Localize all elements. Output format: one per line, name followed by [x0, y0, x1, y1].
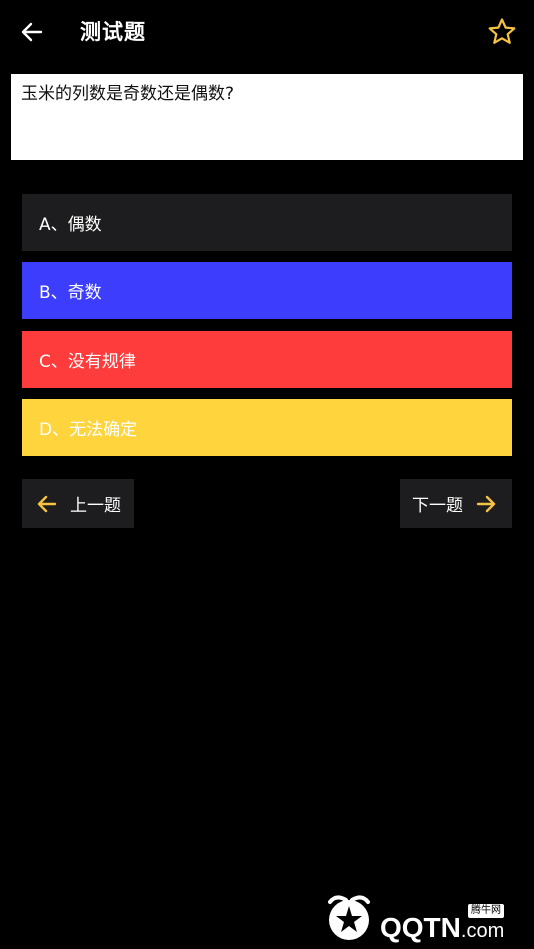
watermark-logo: 腾牛网 QQTN.com: [322, 892, 526, 944]
option-c[interactable]: C、没有规律: [22, 331, 512, 388]
option-b[interactable]: B、奇数: [22, 262, 512, 319]
quiz-screen: 测试题 玉米的列数是奇数还是偶数? A、偶数 B、奇数 C、没有规律 D、无法确…: [0, 0, 534, 949]
option-a-label: A、偶数: [39, 215, 102, 235]
favorite-button[interactable]: [484, 14, 520, 50]
option-c-label: C、没有规律: [39, 352, 136, 372]
option-d[interactable]: D、无法确定: [22, 399, 512, 456]
question-text: 玉米的列数是奇数还是偶数?: [21, 84, 235, 104]
page-title: 测试题: [80, 20, 146, 44]
star-outline-icon: [488, 18, 516, 44]
option-d-label: D、无法确定: [39, 420, 138, 440]
next-question-button[interactable]: 下一题: [400, 479, 512, 528]
watermark-brand-name: QQTN: [380, 912, 461, 943]
arrow-left-icon: [36, 493, 58, 515]
prev-question-button[interactable]: 上一题: [22, 479, 134, 528]
back-button[interactable]: [14, 14, 50, 50]
watermark-brand-suffix: .com: [460, 920, 505, 942]
qqtn-logo-icon: [328, 895, 370, 940]
question-card: 玉米的列数是奇数还是偶数?: [11, 74, 523, 160]
arrow-left-icon: [21, 22, 43, 42]
top-bar: 测试题: [0, 0, 534, 64]
prev-question-label: 上一题: [70, 496, 121, 516]
arrow-right-icon: [475, 493, 497, 515]
next-question-label: 下一题: [412, 496, 463, 516]
watermark-brand: QQTN.com: [380, 912, 504, 947]
option-a[interactable]: A、偶数: [22, 194, 512, 251]
option-b-label: B、奇数: [39, 283, 102, 303]
